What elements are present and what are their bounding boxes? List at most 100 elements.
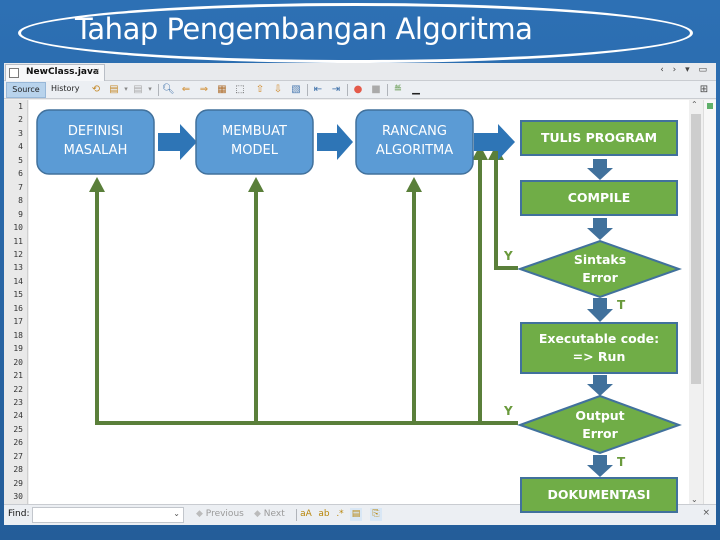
toolbar-separator bbox=[158, 84, 159, 96]
line-number: 20 bbox=[13, 357, 23, 367]
line-number: 30 bbox=[13, 492, 23, 502]
start-macro-icon[interactable]: ● bbox=[352, 84, 364, 95]
forward-dropdown-icon[interactable]: ▾ bbox=[144, 84, 156, 95]
line-number: 17 bbox=[13, 317, 23, 327]
slide-title: Tahap Pengembangan Algoritma bbox=[75, 12, 533, 46]
node-executable-code: Executable code: => Run bbox=[521, 323, 677, 373]
line-number: 2 bbox=[18, 115, 23, 125]
history-tab-button[interactable]: History bbox=[51, 82, 79, 98]
comment-icon[interactable]: ≝ bbox=[392, 84, 404, 95]
line-number: 6 bbox=[18, 169, 23, 179]
find-history-dropdown-icon[interactable]: ⌄ bbox=[173, 509, 180, 518]
shift-right-icon[interactable]: ⇥ bbox=[330, 84, 342, 95]
next-bookmark-icon[interactable]: ⇩ bbox=[272, 84, 284, 95]
close-tab-icon[interactable]: × bbox=[92, 65, 100, 80]
scroll-down-icon[interactable]: ⌄ bbox=[691, 495, 698, 504]
find-next-icon[interactable]: ⇒ bbox=[198, 84, 210, 95]
line-number: 14 bbox=[13, 276, 23, 286]
node-dokumentasi: DOKUMENTASI bbox=[547, 486, 651, 502]
forward-icon[interactable]: ▤ bbox=[132, 84, 144, 95]
line-number: 25 bbox=[13, 424, 23, 434]
rectangular-select-icon[interactable]: ⬚ bbox=[234, 84, 246, 95]
node-rancang-line2: ALGORITMA bbox=[375, 143, 454, 158]
previous-bookmark-icon[interactable]: ⇧ bbox=[254, 84, 266, 95]
highlight-results-icon[interactable]: ▤ bbox=[350, 508, 362, 521]
stop-macro-icon[interactable]: ■ bbox=[370, 84, 382, 95]
file-tab-label: NewClass.java bbox=[26, 67, 99, 77]
line-number: 18 bbox=[13, 330, 23, 340]
shift-left-icon[interactable]: ⇤ bbox=[312, 84, 324, 95]
close-findbar-icon[interactable]: × bbox=[702, 508, 710, 518]
java-file-icon bbox=[9, 68, 19, 78]
file-tab[interactable]: NewClass.java × bbox=[5, 64, 105, 81]
node-membuat-model: MEMBUAT MODEL bbox=[196, 110, 313, 174]
node-sintaks-error: Sintaks Error bbox=[540, 245, 660, 293]
line-number: 26 bbox=[13, 438, 23, 448]
node-output-line1: Output bbox=[575, 407, 625, 423]
find-previous-label: Previous bbox=[205, 509, 244, 519]
node-compile: COMPILE bbox=[567, 189, 631, 205]
line-number: 3 bbox=[18, 128, 23, 138]
editor-toolbar: Source History ⟲ ▤ ▾ ▤ ▾ 🔍︎ ⇐ ⇒ ▦ ⬚ ⇧ ⇩ … bbox=[4, 81, 716, 99]
line-number: 23 bbox=[13, 397, 23, 407]
node-sintaks-line2: Error bbox=[582, 270, 618, 285]
line-number: 27 bbox=[13, 451, 23, 461]
node-sintaks-line1: Sintaks bbox=[573, 251, 627, 267]
wrap-around-icon[interactable]: ⎘ bbox=[370, 508, 382, 521]
label-output-yes: Y bbox=[504, 404, 513, 418]
node-output-error: Output Error bbox=[540, 401, 660, 449]
scroll-up-icon[interactable]: ⌃ bbox=[691, 100, 698, 109]
node-output-line2: Error bbox=[582, 426, 618, 441]
line-number: 16 bbox=[13, 303, 23, 313]
node-definisi-line1: DEFINISI bbox=[67, 124, 124, 140]
line-number: 4 bbox=[18, 142, 23, 152]
regex-icon[interactable]: .* bbox=[334, 508, 346, 521]
node-membuat-line2: MODEL bbox=[231, 143, 278, 158]
match-case-icon[interactable]: aA bbox=[300, 508, 312, 521]
node-rancang-line1: RANCANG bbox=[382, 124, 447, 140]
toggle-bookmark-icon[interactable]: ▧ bbox=[290, 84, 302, 95]
node-executable-line1: Executable code: bbox=[538, 330, 660, 346]
uncomment-icon[interactable]: ▁ bbox=[410, 84, 422, 95]
line-number-gutter: 1 2 3 4 5 6 7 8 9 10 11 12 13 14 15 16 17 18 19 20 21 22 23 24 2… bbox=[4, 100, 28, 504]
node-definisi-line2: MASALAH bbox=[63, 143, 128, 158]
line-number: 5 bbox=[18, 155, 23, 165]
find-previous-button[interactable]: ◆ Previous bbox=[196, 509, 244, 519]
find-label: Find: bbox=[8, 509, 30, 519]
node-definisi-masalah: DEFINISI MASALAH bbox=[37, 110, 154, 174]
next-arrow-icon: ◆ bbox=[254, 509, 261, 519]
back-dropdown-icon[interactable]: ▾ bbox=[120, 84, 132, 95]
line-number: 22 bbox=[13, 384, 23, 394]
split-editor-icon[interactable]: ⊞ bbox=[698, 84, 710, 95]
label-output-no: T bbox=[617, 455, 626, 469]
find-previous-icon[interactable]: ⇐ bbox=[180, 84, 192, 95]
vertical-scrollbar[interactable]: ⌃ ⌄ bbox=[689, 100, 703, 504]
find-selection-icon[interactable]: 🔍︎ bbox=[162, 84, 175, 95]
line-number: 7 bbox=[18, 182, 23, 192]
line-number: 24 bbox=[13, 411, 23, 421]
find-next-button[interactable]: ◆ Next bbox=[254, 509, 285, 519]
line-number: 12 bbox=[13, 249, 23, 259]
scrollbar-thumb[interactable] bbox=[691, 114, 701, 384]
line-number: 9 bbox=[18, 209, 23, 219]
toolbar-separator bbox=[387, 84, 388, 96]
last-edit-icon[interactable]: ⟲ bbox=[90, 84, 102, 95]
whole-words-icon[interactable]: ab bbox=[318, 508, 330, 521]
label-sintaks-no: T bbox=[617, 298, 626, 312]
label-sintaks-yes: Y bbox=[504, 249, 513, 263]
line-number: 13 bbox=[13, 263, 23, 273]
line-number: 21 bbox=[13, 371, 23, 381]
findbar-separator bbox=[296, 509, 297, 521]
back-icon[interactable]: ▤ bbox=[108, 84, 120, 95]
line-number: 8 bbox=[18, 196, 23, 206]
line-number: 19 bbox=[13, 344, 23, 354]
find-input[interactable]: ⌄ bbox=[32, 507, 184, 523]
node-tulis-program: TULIS PROGRAM bbox=[540, 129, 658, 145]
window-controls[interactable]: ‹ › ▾ ▭ bbox=[660, 65, 710, 75]
line-number: 11 bbox=[13, 236, 23, 246]
error-stripe bbox=[703, 100, 716, 504]
source-tab-button[interactable]: Source bbox=[6, 82, 46, 98]
node-executable-line2: => Run bbox=[572, 349, 626, 364]
node-membuat-line1: MEMBUAT bbox=[222, 124, 287, 140]
toggle-highlight-icon[interactable]: ▦ bbox=[216, 84, 228, 95]
